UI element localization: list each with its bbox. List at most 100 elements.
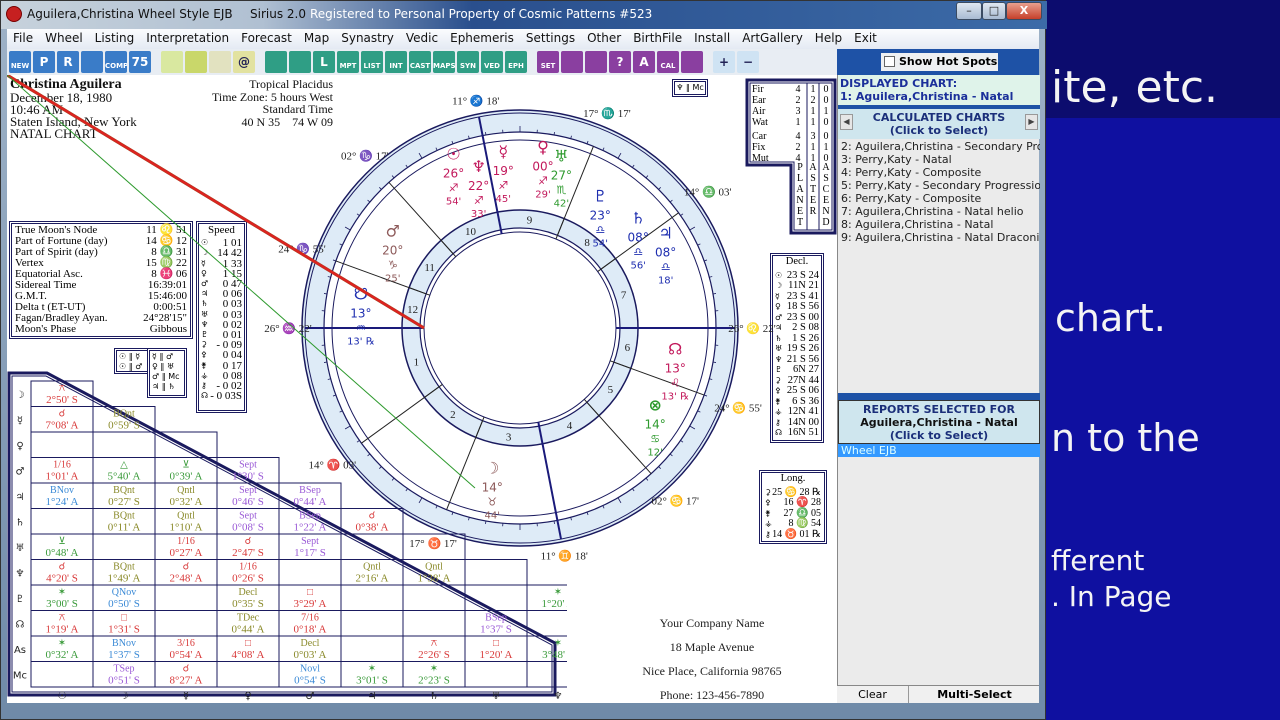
aspect-cell	[92, 533, 156, 560]
aspect-type: □	[307, 587, 313, 598]
menu-other[interactable]: Other	[581, 29, 627, 45]
report-item[interactable]: Wheel EJB	[838, 444, 1040, 457]
planet-sign: ♑	[388, 259, 398, 272]
menu-help[interactable]: Help	[809, 29, 848, 45]
calculated-chart-item[interactable]: 5: Perry,Katy - Secondary Progression	[838, 179, 1040, 192]
aspect-type: BQnt	[113, 409, 135, 420]
aspect-type: ✶	[58, 638, 66, 649]
aspect-type: Qntl	[425, 562, 443, 573]
synastry-button[interactable]: SYN	[457, 51, 479, 73]
aspect-row-label: ♇	[16, 594, 25, 605]
calculated-chart-item[interactable]: 3: Perry,Katy - Natal	[838, 153, 1040, 166]
returns-button[interactable]: R	[57, 51, 79, 73]
maps-button[interactable]: MAPS	[433, 51, 455, 73]
show-hot-spots-checkbox[interactable]: Show Hot Spots	[881, 53, 998, 71]
ephemeris-button[interactable]: EPH	[505, 51, 527, 73]
planet-glyph-icon: ♆	[471, 157, 485, 176]
close-button[interactable]: X	[1006, 2, 1042, 20]
chart-canvas[interactable]: Christina Aguilera December 18, 1980 10:…	[7, 75, 837, 703]
midpoints-button[interactable]: MPT	[337, 51, 359, 73]
help-button[interactable]: ?	[609, 51, 631, 73]
aspect-orb: 8°27' A	[170, 675, 203, 687]
aspect-orb: 2°26' S	[418, 649, 450, 661]
house-number: 11	[424, 262, 435, 274]
calendar-button[interactable]: CAL	[657, 51, 679, 73]
menu-artgallery[interactable]: ArtGallery	[736, 29, 809, 45]
menu-forecast[interactable]: Forecast	[235, 29, 298, 45]
aspect-cell	[278, 559, 342, 586]
progressions-button[interactable]: P	[33, 51, 55, 73]
vedic-button[interactable]: VED	[481, 51, 503, 73]
maximize-button[interactable]: □	[982, 2, 1006, 20]
planet-glyph-icon: ♂	[386, 222, 400, 241]
background-slide: ite, etc. chart. n to the fferent . In P…	[1045, 0, 1280, 720]
planet-minute: 56'	[630, 261, 645, 272]
zoom-out-button[interactable]: −	[737, 51, 759, 73]
menu-synastry[interactable]: Synastry	[335, 29, 400, 45]
time-line-button[interactable]	[585, 51, 607, 73]
menu-install[interactable]: Install	[688, 29, 736, 45]
minimize-button[interactable]: –	[956, 2, 982, 20]
checkbox-box[interactable]	[884, 56, 895, 67]
aspect-orb: 1°22' A	[294, 522, 327, 534]
menu-settings[interactable]: Settings	[520, 29, 581, 45]
calculated-charts-header[interactable]: CALCULATED CHARTS (Click to Select) ◀ ▶	[838, 109, 1040, 139]
aspect-cell	[340, 635, 404, 662]
menu-vedic[interactable]: Vedic	[400, 29, 444, 45]
calculated-chart-item[interactable]: 6: Perry,Katy - Composite	[838, 192, 1040, 205]
wheel-button[interactable]	[265, 51, 287, 73]
aspect-orb: 2°47' S	[232, 547, 264, 559]
menu-interpretation[interactable]: Interpretation	[140, 29, 235, 45]
clear-button[interactable]: Clear	[837, 686, 909, 703]
menu-wheel[interactable]: Wheel	[39, 29, 89, 45]
calculated-chart-item[interactable]: 2: Aguilera,Christina - Secondary Progre…	[838, 140, 1040, 153]
interpretation-button[interactable]: INT	[385, 51, 407, 73]
save-button[interactable]	[185, 51, 207, 73]
zoom-in-button[interactable]: +	[713, 51, 735, 73]
title-bar[interactable]: Aguilera,Christina Wheel Style EJB Siriu…	[1, 1, 1047, 29]
new-chart-button[interactable]: NEW	[9, 51, 31, 73]
aspect-type: Novl	[300, 664, 320, 675]
composite-button[interactable]: COMP	[105, 51, 127, 73]
calculated-chart-item[interactable]: 8: Aguilera,Christina - Natal	[838, 218, 1040, 231]
windows-button[interactable]	[161, 51, 183, 73]
menu-exit[interactable]: Exit	[848, 29, 883, 45]
clock-button[interactable]	[561, 51, 583, 73]
house-number: 5	[608, 384, 614, 396]
calculated-charts-title: CALCULATED CHARTS	[872, 111, 1006, 124]
menu-ephemeris[interactable]: Ephemeris	[444, 29, 520, 45]
menu-birthfile[interactable]: BirthFile	[627, 29, 688, 45]
aspect-type: ⚻	[59, 613, 66, 624]
magnify-button[interactable]	[681, 51, 703, 73]
listing-button[interactable]: L	[313, 51, 335, 73]
aspect-row-label: ♃	[16, 492, 25, 503]
print-button[interactable]	[209, 51, 231, 73]
calculated-chart-item[interactable]: 7: Aguilera,Christina - Natal helio	[838, 205, 1040, 218]
list-button[interactable]: LIST	[361, 51, 383, 73]
menu-file[interactable]: File	[7, 29, 39, 45]
planet-sign: ♒	[356, 321, 366, 334]
email-button[interactable]: @	[233, 51, 255, 73]
scroll-right-button[interactable]: ▶	[1025, 114, 1038, 130]
transits-button[interactable]	[81, 51, 103, 73]
aspect-type: ☌	[59, 562, 66, 573]
planet-minute: 54'	[446, 197, 461, 208]
calculated-chart-item[interactable]: 4: Perry,Katy - Composite	[838, 166, 1040, 179]
calculated-chart-item[interactable]: 9: Aguilera,Christina - Natal Draconic (…	[838, 231, 1040, 244]
aspect-type: Qntl	[363, 562, 381, 573]
house-number: 12	[407, 304, 418, 316]
reports-header[interactable]: REPORTS SELECTED FOR Aguilera,Christina …	[838, 400, 1040, 444]
planet-minute: 18'	[658, 276, 673, 287]
scroll-left-button[interactable]: ◀	[840, 114, 853, 130]
menu-listing[interactable]: Listing	[89, 29, 141, 45]
aspect-type: BQnt	[113, 485, 135, 496]
forecast-button[interactable]: CAST	[409, 51, 431, 73]
art-gallery-button[interactable]: A	[633, 51, 655, 73]
menu-map[interactable]: Map	[298, 29, 335, 45]
aspect-orb: 0°44' A	[294, 496, 327, 508]
aspect-type: 1/16	[239, 562, 257, 573]
multi-select-button[interactable]: Multi-Select	[910, 686, 1039, 703]
wheel-art-button[interactable]	[289, 51, 311, 73]
settings-button[interactable]: SET	[537, 51, 559, 73]
numerology-button[interactable]: 75	[129, 51, 151, 73]
